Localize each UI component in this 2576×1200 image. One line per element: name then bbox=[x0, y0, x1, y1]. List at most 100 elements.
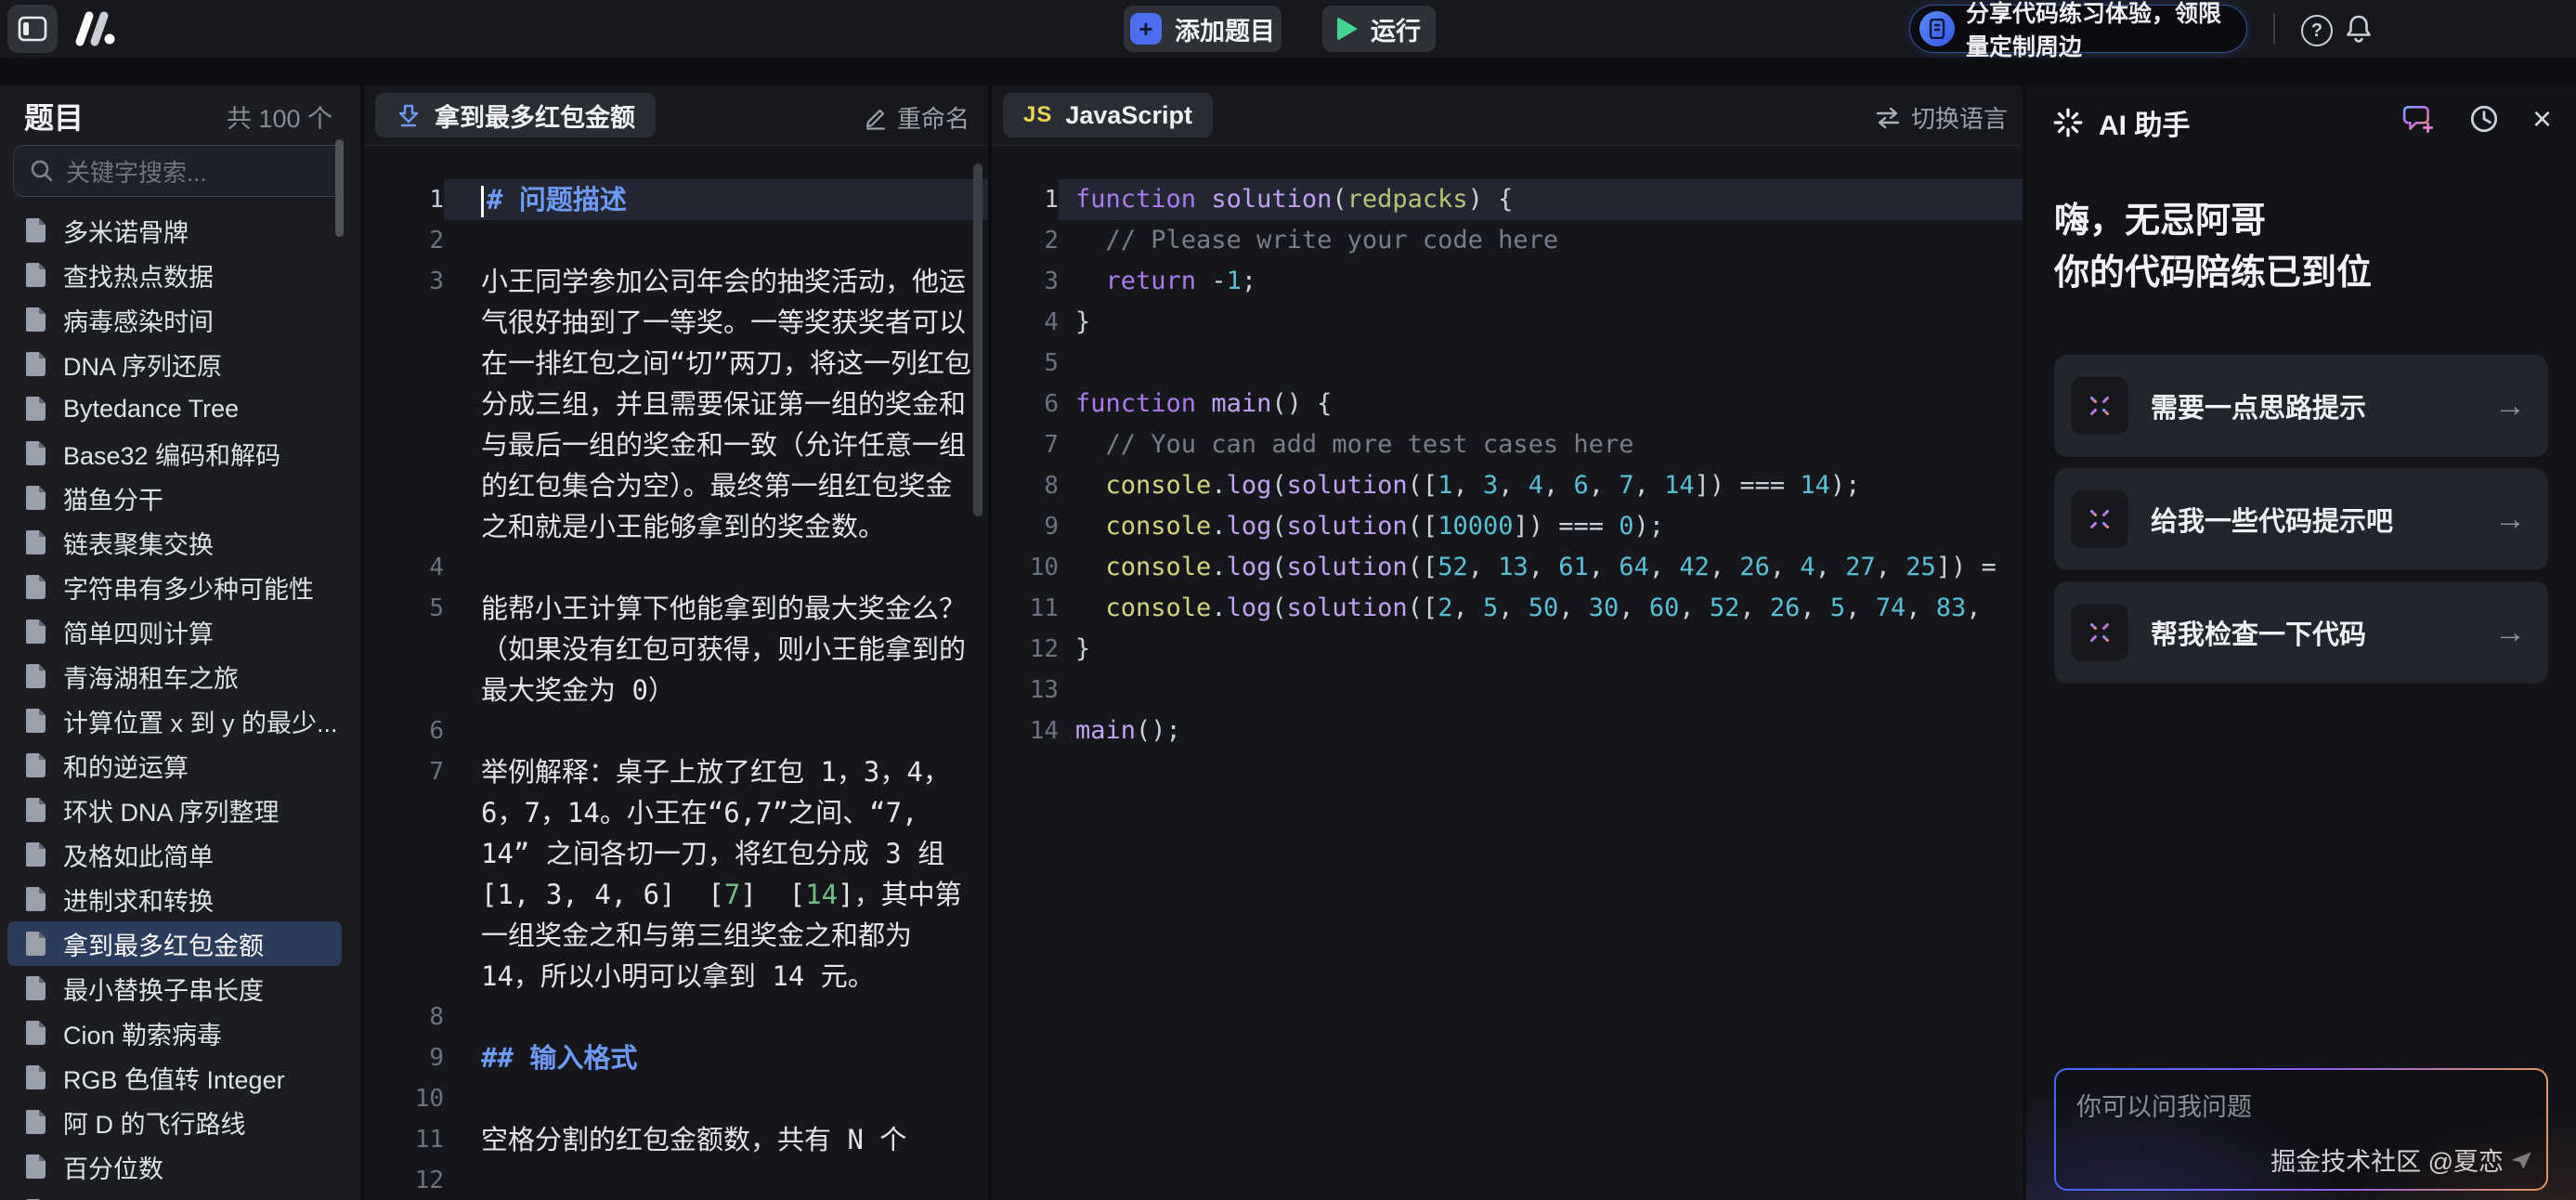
sidebar-item[interactable]: 字符串有多少种可能性 bbox=[7, 565, 342, 609]
editor-line[interactable]: 7 // You can add more test cases here bbox=[992, 424, 2023, 465]
sidebar-item[interactable]: 简单四则计算 bbox=[7, 609, 342, 654]
editor-line[interactable]: 在一排红包之间“切”两刀，将这一列红包 bbox=[364, 343, 988, 384]
editor-line[interactable]: 7举例解释：桌子上放了红包 1，3，4， bbox=[364, 751, 988, 792]
sidebar-scrollbar[interactable] bbox=[335, 139, 344, 237]
history-icon[interactable] bbox=[2467, 102, 2501, 136]
editor-line[interactable]: 3小王同学参加公司年会的抽奖活动，他运 bbox=[364, 261, 988, 302]
editor-line[interactable]: 4} bbox=[992, 302, 2023, 343]
ai-chat-input[interactable]: 你可以问我问题 掘金技术社区 @夏恋 bbox=[2054, 1068, 2548, 1191]
sidebar-item[interactable]: 猫鱼分干 bbox=[7, 476, 342, 520]
editor-line[interactable]: 与最后一组的奖金和一致（允许任意一组 bbox=[364, 424, 988, 465]
description-scrollbar[interactable] bbox=[973, 163, 982, 516]
editor-line[interactable]: 2 bbox=[364, 220, 988, 261]
editor-line[interactable]: [1, 3, 4, 6] [7] [14]，其中第 bbox=[364, 874, 988, 915]
sidebar-item-label: 百分位数 bbox=[63, 1149, 163, 1185]
sidebar-item-label: 多米诺骨牌 bbox=[63, 213, 189, 249]
sidebar-item[interactable]: 最小替换子串长度 bbox=[7, 966, 342, 1011]
help-icon[interactable]: ? bbox=[2301, 15, 2333, 46]
promo-banner[interactable]: 分享代码练习体验，领限量定制周边 bbox=[1909, 5, 2247, 53]
line-content: console.log(solution([52, 13, 61, 64, 42… bbox=[1059, 547, 2023, 588]
app-logo[interactable] bbox=[71, 10, 123, 47]
editor-line[interactable]: 气很好抽到了一等奖。一等奖获奖者可以 bbox=[364, 302, 988, 343]
line-number: 11 bbox=[992, 588, 1059, 629]
description-editor[interactable]: 1# 问题描述23小王同学参加公司年会的抽奖活动，他运气很好抽到了一等奖。一等奖… bbox=[364, 146, 988, 1200]
editor-line[interactable]: 2 // Please write your code here bbox=[992, 220, 2023, 261]
editor-line[interactable]: 最大奖金为 0） bbox=[364, 670, 988, 711]
sidebar-item[interactable]: 青海湖租车之旅 bbox=[7, 654, 342, 698]
editor-line[interactable]: 8 console.log(solution([1, 3, 4, 6, 7, 1… bbox=[992, 465, 2023, 506]
editor-line[interactable]: 3 return -1; bbox=[992, 261, 2023, 302]
editor-line[interactable]: 11空格分割的红包金额数，共有 N 个 bbox=[364, 1119, 988, 1160]
sidebar-toggle-button[interactable] bbox=[7, 5, 58, 53]
editor-line[interactable]: 14” 之间各切一刀，将红包分成 3 组 bbox=[364, 833, 988, 874]
topbar-divider bbox=[2273, 13, 2275, 45]
description-tab[interactable]: 拿到最多红包金额 bbox=[375, 93, 656, 137]
sidebar-item[interactable]: 进制求和转换 bbox=[7, 877, 342, 921]
add-problem-button[interactable]: + 添加题目 bbox=[1124, 6, 1281, 52]
sidebar-item[interactable]: 环状 DNA 序列整理 bbox=[7, 788, 342, 832]
sidebar-item-label: 病毒感染时间 bbox=[63, 302, 214, 338]
editor-line[interactable]: 12 bbox=[364, 1160, 988, 1200]
line-content: ## 输入格式 bbox=[444, 1037, 988, 1078]
sidebar-item[interactable]: Bytedance Tree bbox=[7, 386, 342, 431]
editor-line[interactable]: 8 bbox=[364, 997, 988, 1037]
switch-language-button[interactable]: 切换语言 bbox=[1874, 100, 2008, 135]
editor-line[interactable]: 4 bbox=[364, 547, 988, 588]
document-icon bbox=[24, 439, 48, 467]
sidebar-item[interactable]: 及格如此简单 bbox=[7, 832, 342, 877]
sidebar-item[interactable]: 阿 D 的飞行路线 bbox=[7, 1100, 342, 1144]
line-content: 气很好抽到了一等奖。一等奖获奖者可以 bbox=[444, 302, 988, 343]
line-number: 4 bbox=[364, 547, 444, 588]
editor-line[interactable]: 6，7，14。小王在“6,7”之间、“7, bbox=[364, 792, 988, 833]
editor-line[interactable]: 11 console.log(solution([2, 5, 50, 30, 6… bbox=[992, 588, 2023, 629]
editor-line[interactable]: （如果没有红包可获得，则小王能拿到的 bbox=[364, 629, 988, 670]
sidebar-item[interactable]: 拿到最多红包金额 bbox=[7, 921, 342, 966]
editor-line[interactable]: 10 bbox=[364, 1078, 988, 1119]
sidebar-item[interactable]: 链表聚集交换 bbox=[7, 520, 342, 565]
editor-line[interactable]: 1function solution(redpacks) { bbox=[992, 179, 2023, 220]
sidebar-item[interactable]: 计算位置 x 到 y 的最少... bbox=[7, 698, 342, 743]
editor-line[interactable]: 9 console.log(solution([10000]) === 0); bbox=[992, 506, 2023, 547]
sidebar-item-label: DNA 序列还原 bbox=[63, 346, 222, 383]
rename-button[interactable]: 重命名 bbox=[864, 100, 969, 135]
line-number bbox=[364, 629, 444, 670]
editor-line[interactable]: 5能帮小王计算下他能拿到的最大奖金么？ bbox=[364, 588, 988, 629]
editor-line[interactable]: 5 bbox=[992, 343, 2023, 384]
editor-line[interactable]: 12} bbox=[992, 629, 2023, 670]
line-number: 12 bbox=[364, 1160, 444, 1200]
search-input[interactable]: 关键字搜索... bbox=[13, 145, 344, 197]
sidebar-item[interactable]: 查找热点数据 bbox=[7, 253, 342, 297]
editor-line[interactable]: 6 bbox=[364, 711, 988, 751]
sidebar-item[interactable]: 和的逆运算 bbox=[7, 743, 342, 788]
sidebar-item[interactable]: RGB 色值转 Integer bbox=[7, 1055, 342, 1100]
editor-line[interactable]: 6function main() { bbox=[992, 384, 2023, 424]
editor-line[interactable]: 1# 问题描述 bbox=[364, 179, 988, 220]
sidebar-item[interactable]: 多米诺骨牌 bbox=[7, 208, 342, 253]
editor-line[interactable]: 的红包集合为空）。最终第一组红包奖金 bbox=[364, 465, 988, 506]
ai-suggestion-card[interactable]: 需要一点思路提示→ bbox=[2054, 355, 2548, 457]
ai-suggestion-card[interactable]: 给我一些代码提示吧→ bbox=[2054, 468, 2548, 570]
editor-line[interactable]: 之和就是小王能够拿到的奖金数。 bbox=[364, 506, 988, 547]
line-number: 5 bbox=[364, 588, 444, 629]
notification-bell-icon[interactable] bbox=[2344, 13, 2374, 45]
ai-suggestion-card[interactable]: 帮我检查一下代码→ bbox=[2054, 581, 2548, 684]
editor-line[interactable]: 10 console.log(solution([52, 13, 61, 64,… bbox=[992, 547, 2023, 588]
sidebar-item[interactable]: Cion 勒索病毒 bbox=[7, 1011, 342, 1055]
run-button[interactable]: 运行 bbox=[1322, 6, 1436, 52]
new-chat-icon[interactable] bbox=[2402, 102, 2436, 136]
editor-line[interactable]: 分成三组，并且需要保证第一组的奖金和 bbox=[364, 384, 988, 424]
code-editor[interactable]: 1function solution(redpacks) {2 // Pleas… bbox=[992, 146, 2023, 1200]
editor-line[interactable]: 13 bbox=[992, 670, 2023, 711]
sidebar-item[interactable] bbox=[7, 1189, 342, 1200]
editor-line[interactable]: 14main(); bbox=[992, 711, 2023, 751]
editor-line[interactable]: 9## 输入格式 bbox=[364, 1037, 988, 1078]
sidebar-item[interactable]: Base32 编码和解码 bbox=[7, 431, 342, 476]
close-icon[interactable]: × bbox=[2532, 105, 2552, 133]
line-content: # 问题描述 bbox=[444, 179, 988, 220]
language-tab[interactable]: JS JavaScript bbox=[1003, 93, 1213, 137]
editor-line[interactable]: 14，所以小明可以拿到 14 元。 bbox=[364, 956, 988, 997]
sidebar-item[interactable]: 百分位数 bbox=[7, 1144, 342, 1189]
sidebar-item[interactable]: 病毒感染时间 bbox=[7, 297, 342, 342]
sidebar-item[interactable]: DNA 序列还原 bbox=[7, 342, 342, 386]
editor-line[interactable]: 一组奖金之和与第三组奖金之和都为 bbox=[364, 915, 988, 956]
